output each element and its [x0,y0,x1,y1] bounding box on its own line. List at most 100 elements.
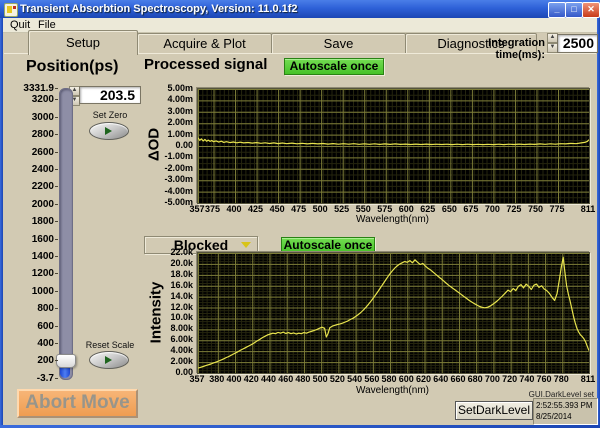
x-tick-label: 400 [226,204,242,214]
plot-svg [197,89,590,204]
x-tick-label: 550 [355,204,371,214]
x-tick-label: 380 [209,374,225,384]
x-tick-label: 811 [580,204,596,214]
slider-tick-label: 2000 [31,198,54,210]
x-tick-label: 625 [420,204,436,214]
y-tick-label: -4.00m [164,185,193,196]
x-tick-label: 440 [260,374,276,384]
x-tick-label: 640 [433,374,449,384]
slider-tick-label: 2600 [31,146,54,158]
reset-scale-label: Reset Scale [85,340,135,350]
y-tick-label: 20.0k [170,257,193,268]
slider-tick-label: -3.7 [36,373,54,384]
processed-signal-title: Processed signal [144,56,268,73]
plot-svg [197,253,590,374]
chevron-down-icon [241,242,251,248]
x-tick-label: 375 [204,204,221,214]
slider-tick-label: 800 [37,303,54,315]
reset-scale-button[interactable] [89,351,129,369]
integration-time-label: Integration time(ms): [488,37,545,61]
slider-tick-label: 200 [37,355,54,367]
close-button[interactable]: ✕ [582,2,600,18]
tab-acquire-plot[interactable]: Acquire & Plot [137,33,272,54]
slider-tick-mark [55,290,58,292]
x-tick-label: 700 [484,204,500,214]
position-value-input[interactable]: 203.5 [79,86,141,104]
maximize-button[interactable]: □ [565,2,583,18]
slider-tick-label: 2400 [31,164,54,176]
slider-tick-mark [55,203,58,205]
slider-tick-mark [55,186,58,188]
y-tick-label: 0.00 [175,367,193,377]
x-tick-label: 600 [398,204,414,214]
autoscale-once-button-top[interactable]: Autoscale once [284,58,384,75]
x-tick-label: 357 [189,374,205,384]
slider-tick-mark [55,221,58,223]
intensity-axis-label: Intensity [147,281,165,344]
app-window: Transient Absorbtion Spectroscopy, Versi… [0,0,600,428]
x-tick-label: 600 [398,374,414,384]
processed-signal-plot [197,88,590,204]
x-tick-label: 811 [580,374,596,384]
x-tick-label: 680 [467,374,483,384]
slider-tick-label: 1600 [31,233,54,245]
position-slider-track[interactable] [59,88,73,380]
x-tick-label: 500 [312,374,328,384]
x-tick-label: 450 [269,204,285,214]
x-tick-label: 560 [364,374,380,384]
slider-tick-mark [55,342,58,344]
slider-tick-label: 3200 [31,94,54,106]
integration-time-input[interactable]: 2500 [557,34,598,53]
x-tick-label: 725 [506,204,522,214]
x-tick-label: 775 [549,204,565,214]
x-tick-label: 700 [484,374,500,384]
y-tick-label: 4.00m [167,94,193,105]
slider-tick-mark [55,151,58,153]
x-tick-label: 400 [226,374,242,384]
slider-tick-label: 1800 [31,216,54,228]
title-bar[interactable]: Transient Absorbtion Spectroscopy, Versi… [0,0,600,18]
tab-setup[interactable]: Setup [28,30,138,55]
x-tick-label: 740 [519,374,535,384]
slider-tick-mark [55,378,58,379]
slider-tick-mark [55,99,58,101]
slider-handle[interactable] [56,353,76,368]
x-tick-label: 675 [463,204,479,214]
tab-save[interactable]: Save [271,33,406,54]
abort-move-button[interactable]: Abort Move [17,389,138,418]
x-tick-label: 780 [553,374,569,384]
x-tick-label: 357 [189,204,205,214]
x-tick-label: 650 [441,204,457,214]
window-border-left [0,18,3,428]
x-tick-label: 620 [415,374,432,384]
x-tick-label: 520 [329,374,345,384]
x-tick-label: 420 [243,374,259,384]
delta-od-axis-label: ΔOD [145,127,163,162]
set-dark-level-button[interactable]: SetDarkLevel [455,401,533,420]
x-tick-label: 580 [381,374,397,384]
slider-tick-label: 1000 [31,285,54,297]
minimize-button[interactable]: _ [548,2,566,18]
y-tick-label: -3.00m [164,174,193,185]
slider-tick-label: 1400 [31,250,54,262]
dark-level-date: 8/25/2014 [536,412,572,421]
set-zero-button[interactable] [89,122,129,140]
slider-tick-label: 400 [37,337,54,349]
x-tick-label: 500 [312,204,328,214]
slider-tick-label: 600 [37,320,54,332]
slider-tick-mark [55,308,58,310]
x-tick-label: 425 [248,204,264,214]
app-icon [4,3,18,17]
slider-tick-label: 3000 [31,111,54,123]
slider-tick-mark [55,325,58,327]
slider-tick-label: 2200 [31,181,54,193]
slider-tick-mark [55,134,58,136]
slider-tick-mark [55,88,58,89]
slider-tick-label: 3331.9 [23,83,54,94]
intensity-plot [197,252,590,374]
slider-tick-label: 2800 [31,129,54,141]
x-tick-label: 525 [334,204,350,214]
slider-tick-mark [55,116,58,118]
x-tick-label: 720 [502,374,518,384]
slider-tick-mark [55,255,58,257]
